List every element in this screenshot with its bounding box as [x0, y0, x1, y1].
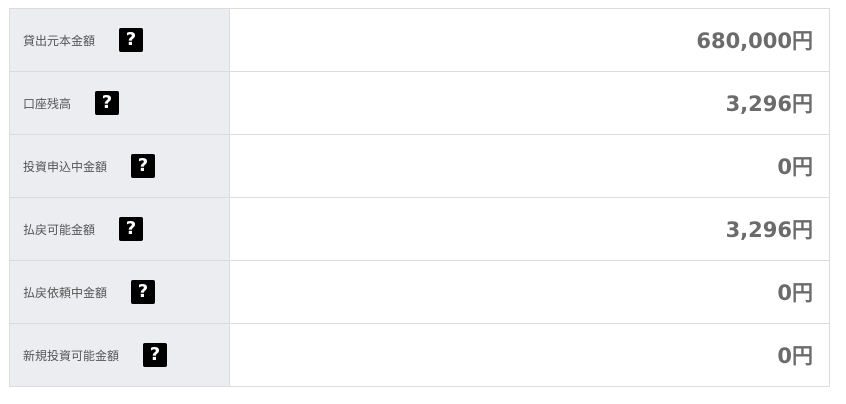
table-row: 払戻可能金額 ? 3,296円 [9, 197, 830, 261]
table-row: 払戻依頼中金額 ? 0円 [9, 260, 830, 324]
label-cell: 払戻依頼中金額 ? [9, 260, 230, 324]
row-value: 0円 [229, 134, 830, 198]
table-row: 口座残高 ? 3,296円 [9, 71, 830, 135]
row-label: 払戻可能金額 [23, 222, 96, 237]
table-row: 貸出元本金額 ? 680,000円 [9, 8, 830, 72]
label-cell: 払戻可能金額 ? [9, 197, 230, 261]
row-label: 口座残高 [23, 96, 72, 111]
help-icon[interactable]: ? [143, 343, 168, 367]
row-value: 0円 [229, 323, 830, 387]
help-icon[interactable]: ? [119, 217, 144, 241]
table-row: 新規投資可能金額 ? 0円 [9, 323, 830, 387]
row-value: 3,296円 [229, 71, 830, 135]
row-value: 3,296円 [229, 197, 830, 261]
help-icon[interactable]: ? [131, 280, 156, 304]
row-value: 680,000円 [229, 8, 830, 72]
help-icon[interactable]: ? [119, 28, 144, 52]
label-cell: 投資申込中金額 ? [9, 134, 230, 198]
row-label: 新規投資可能金額 [23, 348, 120, 363]
label-cell: 口座残高 ? [9, 71, 230, 135]
table-row: 投資申込中金額 ? 0円 [9, 134, 830, 198]
row-label: 払戻依頼中金額 [23, 285, 108, 300]
label-cell: 貸出元本金額 ? [9, 8, 230, 72]
help-icon[interactable]: ? [131, 154, 156, 178]
row-label: 投資申込中金額 [23, 159, 108, 174]
label-cell: 新規投資可能金額 ? [9, 323, 230, 387]
row-label: 貸出元本金額 [23, 33, 96, 48]
help-icon[interactable]: ? [95, 91, 120, 115]
account-summary-table: 貸出元本金額 ? 680,000円 口座残高 ? 3,296円 投資申込中金額 … [9, 8, 830, 387]
row-value: 0円 [229, 260, 830, 324]
